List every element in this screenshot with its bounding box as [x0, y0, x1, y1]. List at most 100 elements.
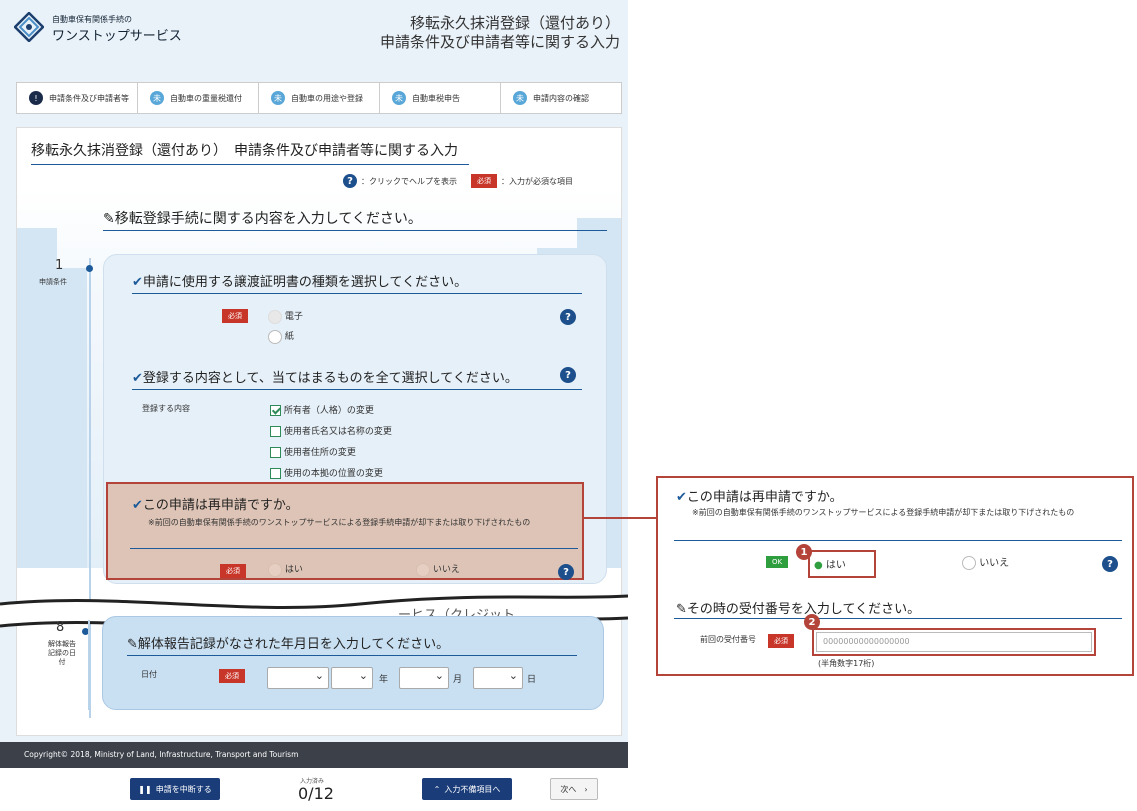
help-icon[interactable]: ?	[558, 564, 574, 580]
bottom-bar: ❚❚ 申請を中断する 入力済み 0/12 ⌃ 入力不備項目へ 次へ ›	[0, 768, 628, 811]
era-select[interactable]	[267, 667, 329, 689]
header: 自動車保有関係手続の ワンストップサービス 移転永久抹消登録（還付あり） 申請条…	[0, 0, 628, 78]
date-label: 日付	[141, 670, 157, 679]
question-8: ✎解体報告記録がなされた年月日を入力してください。	[127, 637, 450, 652]
checkbox[interactable]	[270, 447, 281, 458]
progress-value: 0/12	[298, 784, 334, 803]
year-unit: 年	[379, 675, 389, 685]
question-card-date: ✎解体報告記録がなされた年月日を入力してください。 日付 必須 年 月 日	[102, 616, 604, 710]
step-5[interactable]: 未申請内容の確認	[501, 83, 621, 113]
checkbox-user-address-change[interactable]: 使用者住所の変更	[270, 445, 356, 458]
page: 自動車保有関係手続の ワンストップサービス 移転永久抹消登録（還付あり） 申請条…	[0, 0, 628, 811]
pending-icon: 未	[150, 91, 164, 105]
zoom-radio-yes[interactable]: ● はい	[814, 556, 846, 571]
q2-underline	[132, 389, 582, 390]
question-2: ✔登録する内容として、当てはまるものを全て選択してください。	[132, 371, 518, 386]
receipt-number-label: 前回の受付番号	[700, 635, 756, 644]
checkbox[interactable]	[270, 426, 281, 437]
radio-electronic[interactable]: 電子	[268, 309, 303, 324]
step-label: 解体報告記録の日付	[48, 640, 76, 666]
section-heading: ✎移転登録手続に関する内容を入力してください。	[103, 211, 422, 227]
month-unit: 月	[453, 675, 463, 685]
day-unit: 日	[527, 675, 537, 685]
zoom-underline-2	[674, 618, 1122, 619]
checkbox-user-name-change[interactable]: 使用者氏名又は名称の変更	[270, 424, 392, 437]
step-label: 申請条件	[39, 278, 67, 286]
suspend-button[interactable]: ❚❚ 申請を中断する	[130, 778, 220, 800]
required-tag: 必須	[471, 174, 497, 188]
radio-button[interactable]	[416, 562, 430, 577]
timeline-line	[88, 620, 90, 710]
checkbox-base-location-change[interactable]: 使用の本拠の位置の変更	[270, 466, 383, 479]
help-icon[interactable]: ?	[1102, 556, 1118, 572]
check-icon: ✔	[132, 498, 143, 513]
logo-text-small: 自動車保有関係手続の	[52, 15, 132, 24]
zoom-underline	[674, 540, 1122, 541]
help-icon[interactable]: ?	[560, 367, 576, 383]
radio-paper[interactable]: 紙	[268, 329, 294, 344]
q1-underline	[132, 293, 582, 294]
ok-tag: OK	[766, 556, 789, 568]
check-icon: ✔	[676, 490, 687, 505]
edit-icon: ✎	[127, 637, 138, 652]
receipt-number-input[interactable]: 00000000000000000	[816, 632, 1092, 652]
radio-button[interactable]	[268, 329, 282, 344]
q3-underline	[130, 548, 578, 549]
month-select[interactable]	[399, 667, 449, 689]
required-tag: 必須	[222, 309, 248, 323]
main-heading: 移転永久抹消登録（還付あり） 申請条件及び申請者等に関する入力	[31, 143, 458, 159]
zoom-callout: ✔この申請は再申請ですか。 ※前回の自動車保有関係手続のワンストップサービスによ…	[656, 476, 1134, 676]
zoom-radio-no[interactable]: いいえ	[962, 554, 1009, 570]
pause-icon: ❚❚	[138, 784, 152, 794]
legend: ? ：クリックでヘルプを表示 必須 ：入力が必須な項目	[343, 174, 573, 188]
help-icon[interactable]: ?	[560, 309, 576, 325]
pending-icon: 未	[513, 91, 527, 105]
step-3[interactable]: 未自動車の用途や登録	[259, 83, 380, 113]
footer: Copyright© 2018, Ministry of Land, Infra…	[0, 742, 628, 768]
checkbox[interactable]	[270, 405, 281, 416]
question-3: ✔この申請は再申請ですか。	[132, 498, 299, 513]
selected-radio-icon[interactable]: ●	[814, 560, 823, 571]
step-2[interactable]: 未自動車の重量税還付	[138, 83, 259, 113]
required-tag: 必須	[768, 634, 794, 648]
zoom-note: ※前回の自動車保有関係手続のワンストップサービスによる登録手続申請が却下または取…	[692, 508, 1075, 517]
zoom-question-2: ✎その時の受付番号を入力してください。	[676, 602, 921, 617]
logo-text: ワンストップサービス	[52, 29, 182, 44]
pending-icon: 未	[271, 91, 285, 105]
radio-button[interactable]	[962, 556, 976, 570]
callout-connector	[584, 517, 658, 519]
checkbox[interactable]	[270, 468, 281, 479]
timeline-dot	[86, 265, 93, 272]
radio-yes[interactable]: はい	[268, 562, 303, 577]
edit-icon: ✎	[676, 602, 687, 617]
radio-button[interactable]	[268, 309, 282, 324]
required-tag: 必須	[219, 669, 245, 683]
required-tag: 必須	[220, 564, 246, 578]
radio-no[interactable]: いいえ	[416, 562, 460, 577]
day-select[interactable]	[473, 667, 523, 689]
help-icon: ?	[343, 174, 357, 188]
q8-underline	[127, 655, 577, 656]
step-4[interactable]: 未自動車税申告	[380, 83, 501, 113]
section-underline	[103, 230, 607, 231]
edit-icon: ✎	[103, 211, 115, 227]
highlighted-question-reapply: ✔この申請は再申請ですか。 ※前回の自動車保有関係手続のワンストップサービスによ…	[106, 482, 584, 580]
alert-icon: !	[29, 91, 43, 105]
cut-text: ーヒス（クレジット	[398, 608, 516, 616]
q2-label: 登録する内容	[142, 404, 190, 413]
step-indicator: ! 申請条件及び申請者等 未自動車の重量税還付 未自動車の用途や登録 未自動車税申…	[16, 82, 622, 114]
logo-icon	[14, 12, 44, 42]
year-select[interactable]	[331, 667, 373, 689]
checkbox-owner-change[interactable]: 所有者（人格）の変更	[270, 403, 374, 416]
step-1[interactable]: ! 申請条件及び申請者等	[17, 83, 138, 113]
question-1: ✔申請に使用する譲渡証明書の種類を選択してください。	[132, 275, 468, 290]
step-number: 1	[55, 258, 64, 273]
q3-note: ※前回の自動車保有関係手続のワンストップサービスによる登録手続申請が却下または取…	[148, 518, 531, 527]
incomplete-items-button[interactable]: ⌃ 入力不備項目へ	[422, 778, 512, 800]
next-button[interactable]: 次へ ›	[550, 778, 598, 800]
up-arrow-icon: ⌃	[433, 784, 441, 794]
radio-button[interactable]	[268, 562, 282, 577]
receipt-number-hint: (半角数字17桁)	[818, 659, 875, 668]
page-title: 移転永久抹消登録（還付あり） 申請条件及び申請者等に関する入力	[379, 14, 620, 51]
check-icon: ✔	[132, 275, 143, 290]
